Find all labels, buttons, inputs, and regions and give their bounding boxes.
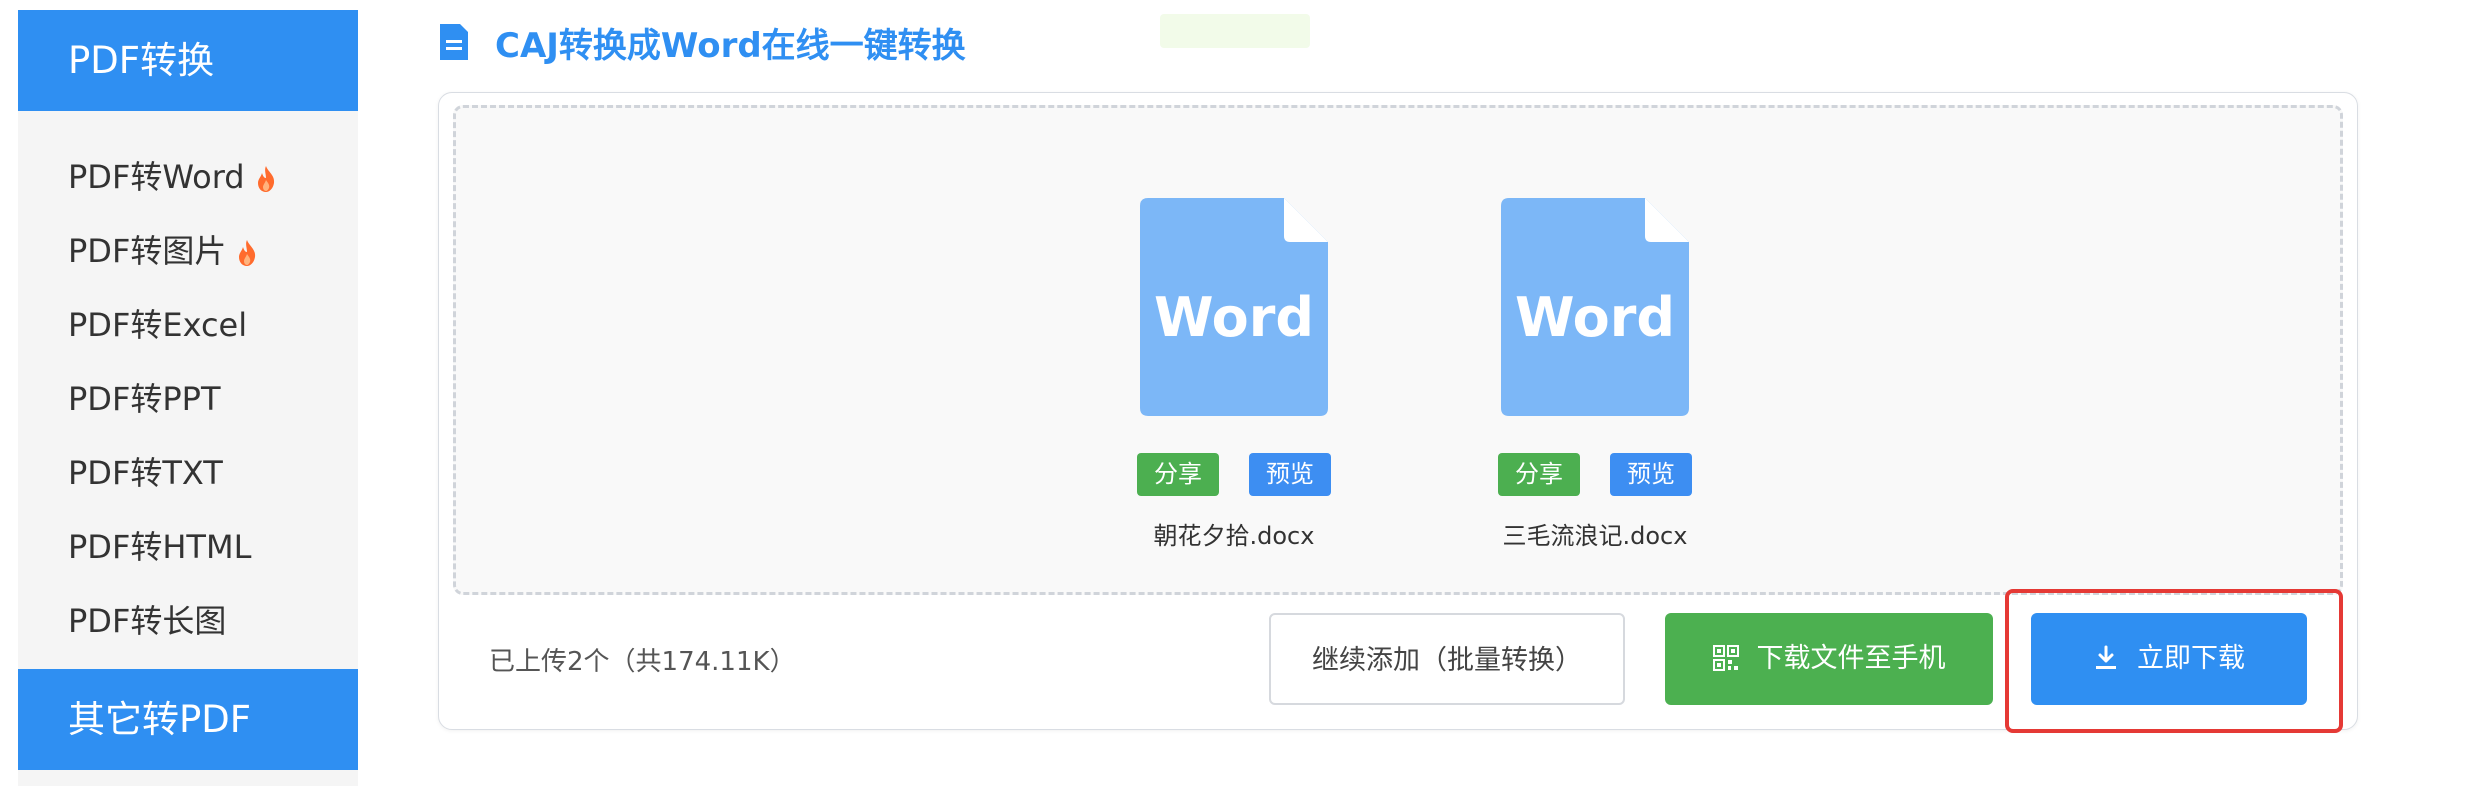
sidebar-item-label: PDF转HTML bbox=[68, 528, 252, 566]
faint-badge bbox=[1160, 14, 1310, 48]
sidebar-item-pdf-to-excel[interactable]: PDF转Excel bbox=[18, 288, 358, 362]
file-actions: 分享 预览 bbox=[1485, 453, 1705, 496]
download-to-phone-button[interactable]: 下载文件至手机 bbox=[1665, 613, 1993, 705]
continue-add-button[interactable]: 继续添加（批量转换） bbox=[1269, 613, 1625, 705]
download-now-button[interactable]: 立即下载 bbox=[2031, 613, 2307, 705]
sidebar-header-pdf-convert[interactable]: PDF转换 bbox=[18, 10, 358, 111]
download-to-phone-label: 下载文件至手机 bbox=[1756, 643, 1946, 674]
download-icon bbox=[2096, 645, 2116, 669]
file-name: 朝花夕拾.docx bbox=[1153, 522, 1315, 550]
sidebar: PDF转换 PDF转Word PDF转图片 PDF转Excel PDF转PPT … bbox=[18, 10, 358, 786]
sidebar-item-label: PDF转TXT bbox=[68, 454, 223, 492]
sidebar-item-pdf-to-long-image[interactable]: PDF转长图 bbox=[18, 584, 358, 658]
sidebar-item-pdf-to-html[interactable]: PDF转HTML bbox=[18, 510, 358, 584]
continue-add-label: 继续添加（批量转换） bbox=[1312, 645, 1582, 676]
flame-icon bbox=[257, 166, 274, 192]
sidebar-list: PDF转Word PDF转图片 PDF转Excel PDF转PPT PDF转TX… bbox=[18, 140, 358, 658]
sidebar-item-pdf-to-image[interactable]: PDF转图片 bbox=[18, 214, 358, 288]
word-icon-text: Word bbox=[1515, 286, 1675, 349]
preview-button[interactable]: 预览 bbox=[1249, 453, 1331, 496]
word-file-icon[interactable]: Word bbox=[1501, 198, 1689, 416]
file-actions: 分享 预览 bbox=[1124, 453, 1344, 496]
sidebar-item-pdf-to-ppt[interactable]: PDF转PPT bbox=[18, 362, 358, 436]
file-name: 三毛流浪记.docx bbox=[1502, 522, 1688, 550]
sidebar-item-label: PDF转Word bbox=[68, 158, 245, 196]
sidebar-item-pdf-to-txt[interactable]: PDF转TXT bbox=[18, 436, 358, 510]
share-button[interactable]: 分享 bbox=[1498, 453, 1580, 496]
sidebar-header-other-to-pdf[interactable]: 其它转PDF bbox=[18, 669, 358, 770]
sidebar-item-label: PDF转图片 bbox=[68, 232, 227, 270]
page-title: CAJ转换成Word在线一键转换 bbox=[495, 25, 966, 66]
sidebar-item-label: PDF转PPT bbox=[68, 380, 221, 418]
file-drop-zone[interactable]: Word 分享 预览 朝花夕拾.docx Word 分享 预览 三毛流浪记.do… bbox=[453, 105, 2343, 595]
sidebar-item-pdf-to-word[interactable]: PDF转Word bbox=[18, 140, 358, 214]
page-title-row: CAJ转换成Word在线一键转换 bbox=[437, 18, 966, 66]
share-button[interactable]: 分享 bbox=[1137, 453, 1219, 496]
upload-summary: 已上传2个（共174.11K） bbox=[489, 647, 796, 677]
converter-card: Word 分享 预览 朝花夕拾.docx Word 分享 预览 三毛流浪记.do… bbox=[438, 92, 2358, 730]
sidebar-item-label: PDF转Excel bbox=[68, 306, 248, 344]
word-icon-text: Word bbox=[1154, 286, 1314, 349]
file-item: Word 分享 预览 朝花夕拾.docx bbox=[1124, 198, 1344, 551]
qr-code-icon bbox=[1712, 644, 1739, 671]
sidebar-item-label: PDF转长图 bbox=[68, 602, 227, 640]
preview-button[interactable]: 预览 bbox=[1610, 453, 1692, 496]
document-icon bbox=[440, 24, 468, 60]
flame-icon bbox=[239, 240, 256, 266]
file-item: Word 分享 预览 三毛流浪记.docx bbox=[1485, 198, 1705, 551]
word-file-icon[interactable]: Word bbox=[1140, 198, 1328, 416]
download-now-label: 立即下载 bbox=[2137, 643, 2245, 674]
